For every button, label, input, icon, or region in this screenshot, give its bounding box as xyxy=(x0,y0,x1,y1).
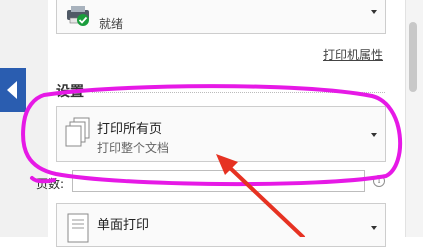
dropdown-arrow-icon xyxy=(371,10,377,14)
pages-stack-icon xyxy=(65,117,90,147)
printer-ready-icon xyxy=(67,6,89,26)
page-range-selector[interactable]: 打印所有页 打印整个文档 xyxy=(56,106,386,162)
info-icon[interactable]: i xyxy=(373,175,385,187)
dropdown-arrow-icon xyxy=(371,226,377,230)
single-sided-icon xyxy=(67,213,89,243)
settings-heading: 设置 xyxy=(56,84,84,100)
printer-properties-link[interactable]: 打印机属性 xyxy=(323,46,383,63)
left-pane-background xyxy=(0,0,48,237)
duplex-selector[interactable]: 单面打印 xyxy=(56,203,386,247)
chevron-left-icon xyxy=(7,81,17,99)
pages-input[interactable] xyxy=(72,170,365,192)
back-nav-tab[interactable] xyxy=(0,68,26,112)
page-range-subtitle: 打印整个文档 xyxy=(97,141,170,155)
printer-selector[interactable]: 就绪 xyxy=(56,0,386,34)
pages-label: 页数: xyxy=(36,177,65,191)
dropdown-arrow-icon xyxy=(371,133,377,137)
scrollbar-thumb[interactable] xyxy=(409,22,417,92)
section-divider xyxy=(92,92,385,93)
page-range-title: 打印所有页 xyxy=(97,122,163,137)
duplex-title: 单面打印 xyxy=(97,218,150,233)
printer-status: 就绪 xyxy=(99,17,124,31)
